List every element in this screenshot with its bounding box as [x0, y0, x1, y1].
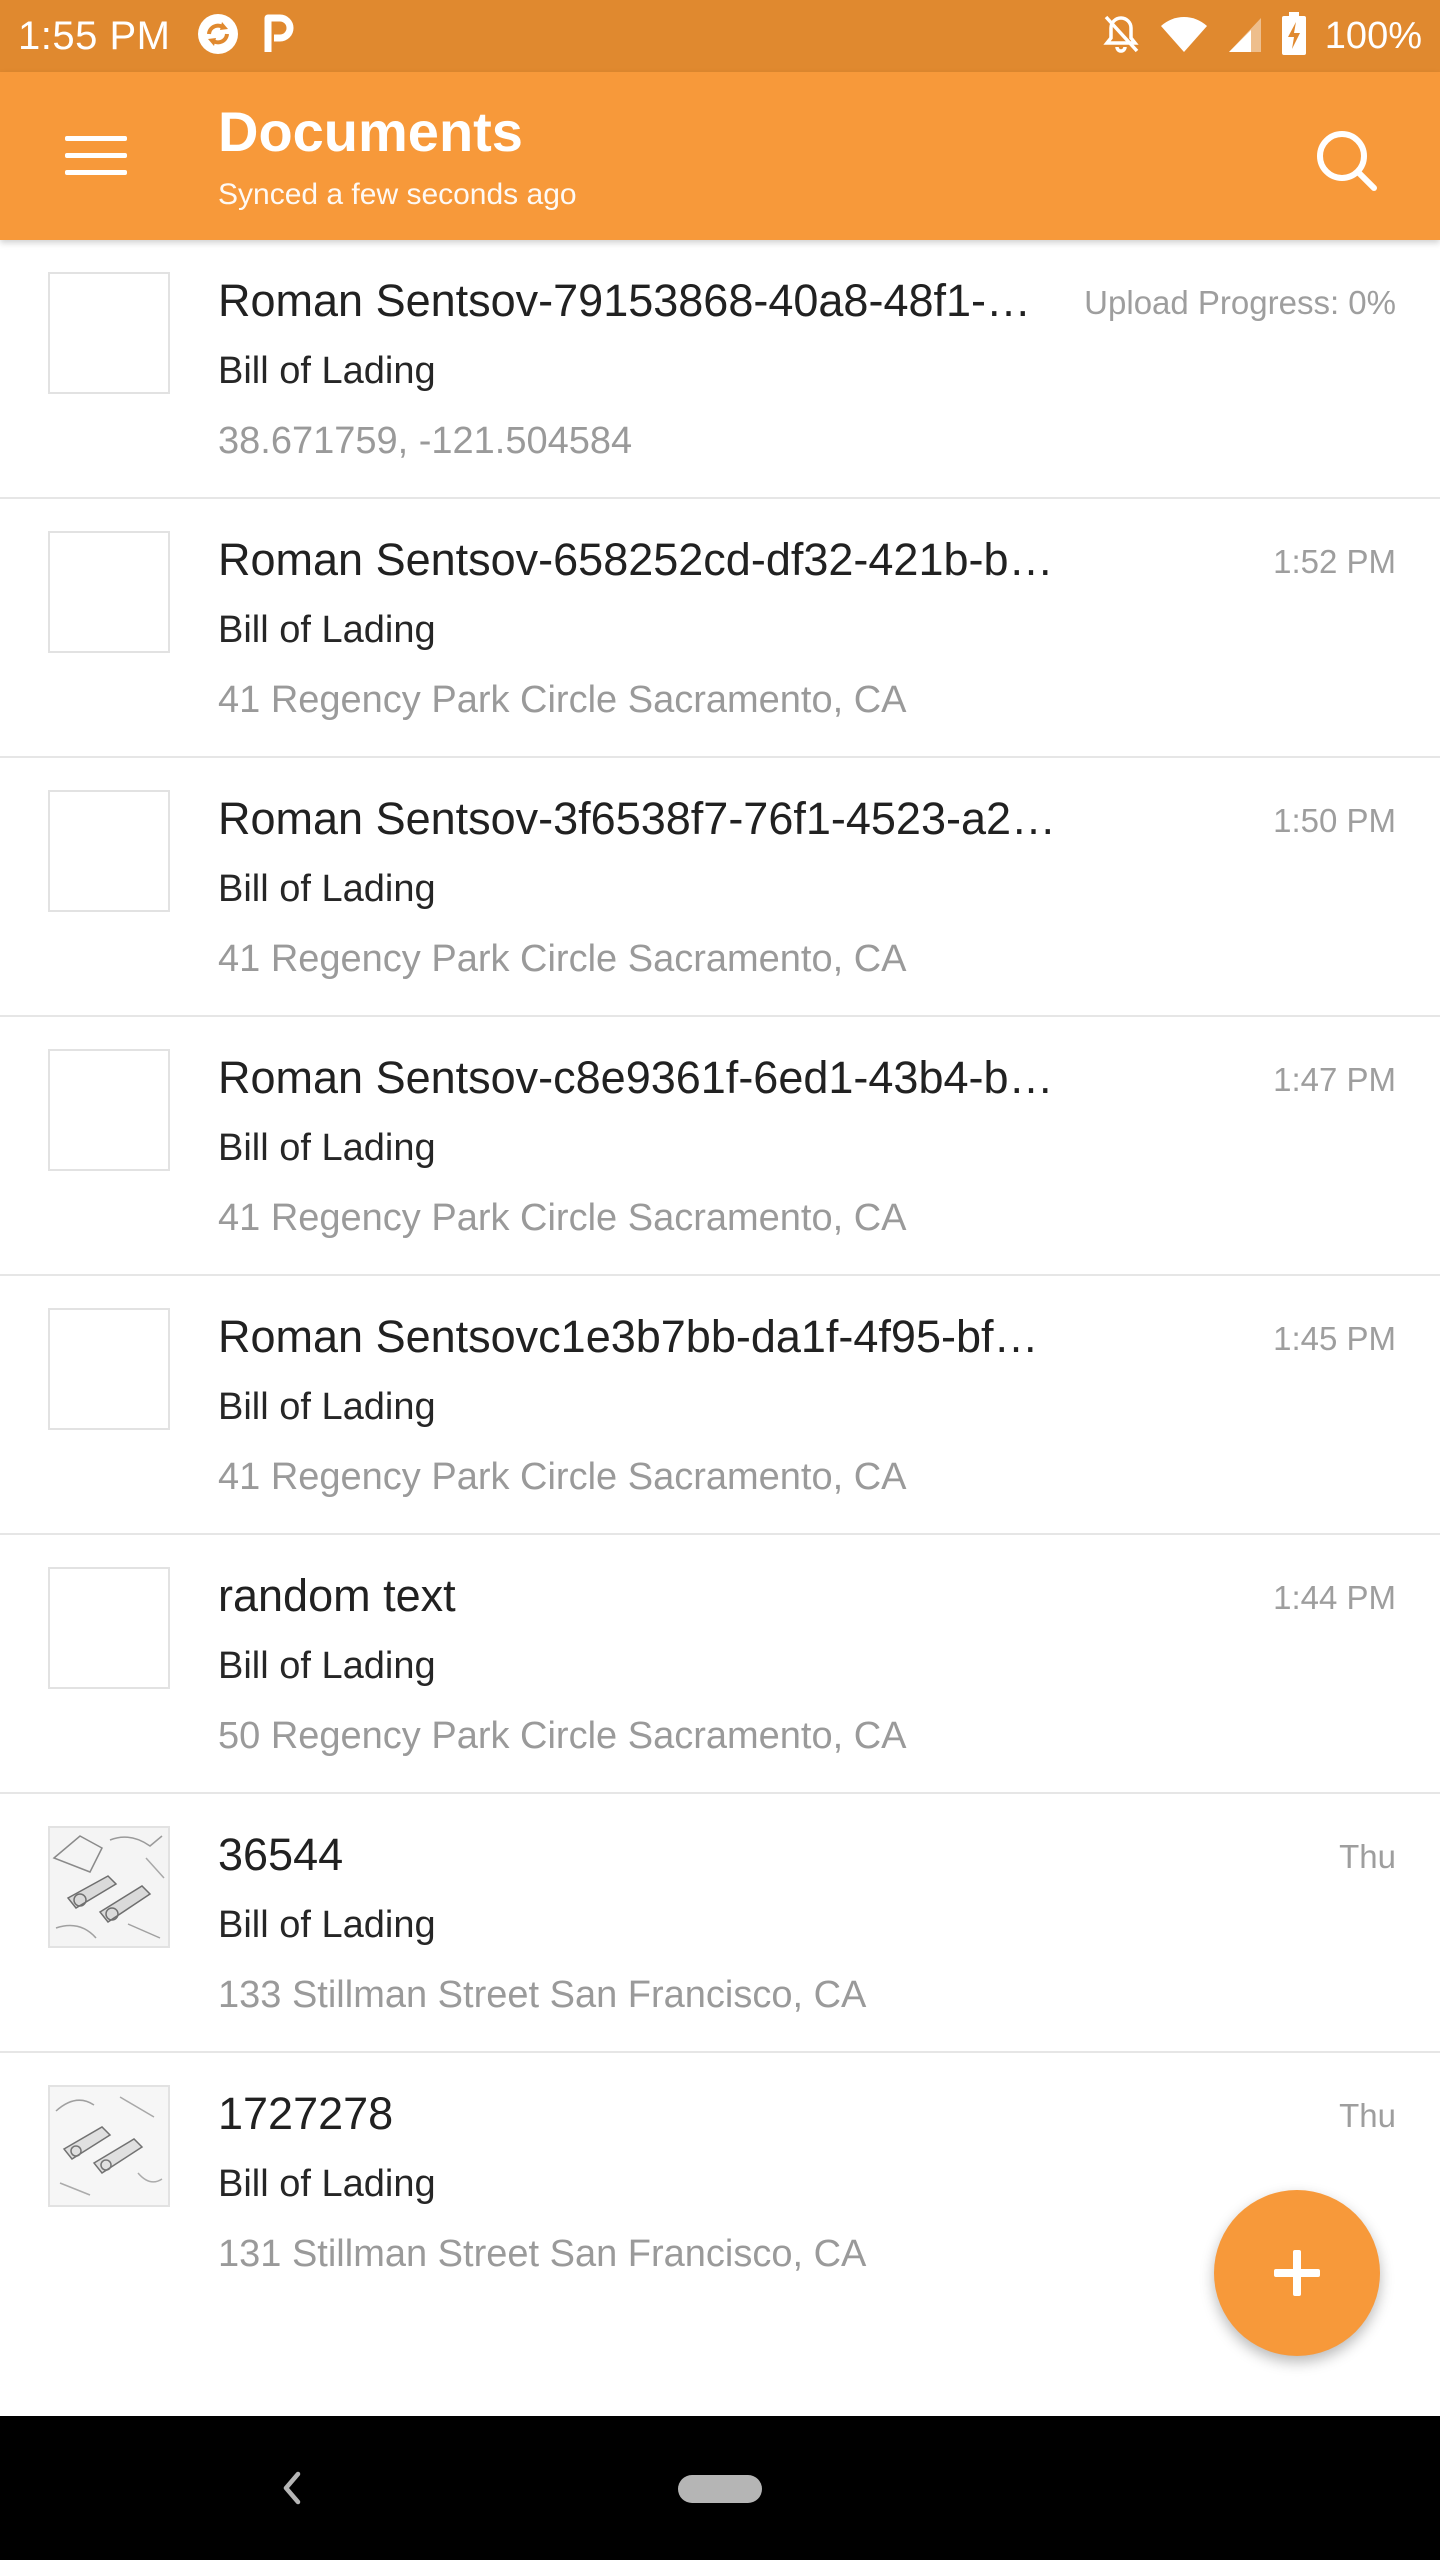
document-title: Roman Sentsov-79153868-40a8-48f1-…	[218, 275, 1032, 326]
document-time: 1:47 PM	[1273, 1061, 1396, 1098]
document-list: Roman Sentsov-79153868-40a8-48f1-… Uploa…	[0, 240, 1440, 2312]
document-thumbnail	[48, 1308, 170, 1430]
document-thumbnail	[48, 790, 170, 912]
document-thumbnail	[48, 1567, 170, 1689]
back-chevron-icon	[283, 2471, 301, 2505]
list-item[interactable]: Roman Sentsovc1e3b7bb-da1f-4f95-bfa2-6e3…	[0, 1276, 1440, 1535]
status-bar: 1:55 PM 100%	[0, 0, 1440, 72]
document-thumbnail	[48, 531, 170, 653]
document-thumbnail	[48, 1049, 170, 1171]
wifi-icon	[1159, 14, 1209, 59]
document-location: 133 Stillman Street San Francisco, CA	[218, 1974, 867, 2016]
upload-progress: Upload Progress: 0%	[1084, 284, 1396, 321]
title-block: Documents Synced a few seconds ago	[218, 104, 577, 212]
hamburger-menu-icon	[65, 136, 127, 175]
signal-icon	[1227, 14, 1263, 59]
document-location: 41 Regency Park Circle Sacramento, CA	[218, 1197, 907, 1239]
add-document-button[interactable]	[1214, 2190, 1380, 2356]
document-location: 131 Stillman Street San Francisco, CA	[218, 2233, 867, 2275]
back-button[interactable]	[272, 2464, 312, 2512]
status-time: 1:55 PM	[18, 13, 171, 58]
document-sketch-image	[50, 1828, 168, 1946]
document-type: Bill of Lading	[218, 1904, 436, 1946]
list-item[interactable]: 36544 Thu Bill of Lading 133 Stillman St…	[0, 1794, 1440, 2053]
system-nav-bar	[0, 2416, 1440, 2560]
document-title: Roman Sentsov-c8e9361f-6ed1-43b4-b294-4f…	[218, 1052, 1060, 1103]
document-time: 1:52 PM	[1273, 543, 1396, 580]
document-title: Roman Sentsov-3f6538f7-76f1-4523-a284-e3…	[218, 793, 1060, 844]
list-item[interactable]: Roman Sentsov-3f6538f7-76f1-4523-a284-e3…	[0, 758, 1440, 1017]
battery-charging-icon	[1281, 11, 1307, 61]
list-item[interactable]: random text 1:44 PM Bill of Lading 50 Re…	[0, 1535, 1440, 1794]
list-item[interactable]: Roman Sentsov-79153868-40a8-48f1-… Uploa…	[0, 240, 1440, 499]
parking-icon	[262, 14, 296, 59]
document-thumbnail	[48, 272, 170, 394]
document-location: 38.671759, -121.504584	[218, 420, 633, 462]
document-time: 1:44 PM	[1273, 1579, 1396, 1616]
document-time: Thu	[1339, 1838, 1396, 1875]
document-type: Bill of Lading	[218, 350, 436, 392]
document-type: Bill of Lading	[218, 1645, 436, 1687]
document-location: 41 Regency Park Circle Sacramento, CA	[218, 938, 907, 980]
document-title: 1727278	[218, 2088, 394, 2139]
document-location: 50 Regency Park Circle Sacramento, CA	[218, 1715, 907, 1757]
document-location: 41 Regency Park Circle Sacramento, CA	[218, 1456, 907, 1498]
sync-icon	[196, 12, 240, 61]
search-icon	[1317, 131, 1377, 191]
document-title: 36544	[218, 1829, 344, 1880]
document-sketch-image	[50, 2087, 168, 2205]
list-item[interactable]: Roman Sentsov-c8e9361f-6ed1-43b4-b294-4f…	[0, 1017, 1440, 1276]
document-location: 41 Regency Park Circle Sacramento, CA	[218, 679, 907, 721]
document-time: 1:45 PM	[1273, 1320, 1396, 1357]
list-item[interactable]: Roman Sentsov-658252cd-df32-421b-bbbc-f0…	[0, 499, 1440, 758]
page-title: Documents	[218, 100, 523, 163]
document-thumbnail	[48, 2085, 170, 2207]
plus-icon	[1274, 2250, 1320, 2296]
document-time: Thu	[1339, 2097, 1396, 2134]
battery-percentage: 100%	[1324, 14, 1422, 57]
document-title: random text	[218, 1570, 456, 1621]
document-type: Bill of Lading	[218, 868, 436, 910]
document-time: 1:50 PM	[1273, 802, 1396, 839]
document-type: Bill of Lading	[218, 1386, 436, 1428]
document-thumbnail	[48, 1826, 170, 1948]
document-type: Bill of Lading	[218, 2163, 436, 2205]
sync-status: Synced a few seconds ago	[218, 178, 577, 211]
document-type: Bill of Lading	[218, 1127, 436, 1169]
home-pill-icon[interactable]	[678, 2475, 762, 2503]
menu-button[interactable]	[46, 114, 146, 198]
bell-off-icon	[1101, 13, 1141, 60]
document-title: Roman Sentsovc1e3b7bb-da1f-4f95-bfa2-6e3…	[218, 1311, 1060, 1362]
document-type: Bill of Lading	[218, 609, 436, 651]
search-button[interactable]	[1304, 118, 1388, 202]
app-bar: Documents Synced a few seconds ago	[0, 72, 1440, 240]
document-title: Roman Sentsov-658252cd-df32-421b-bbbc-f0…	[218, 534, 1060, 585]
